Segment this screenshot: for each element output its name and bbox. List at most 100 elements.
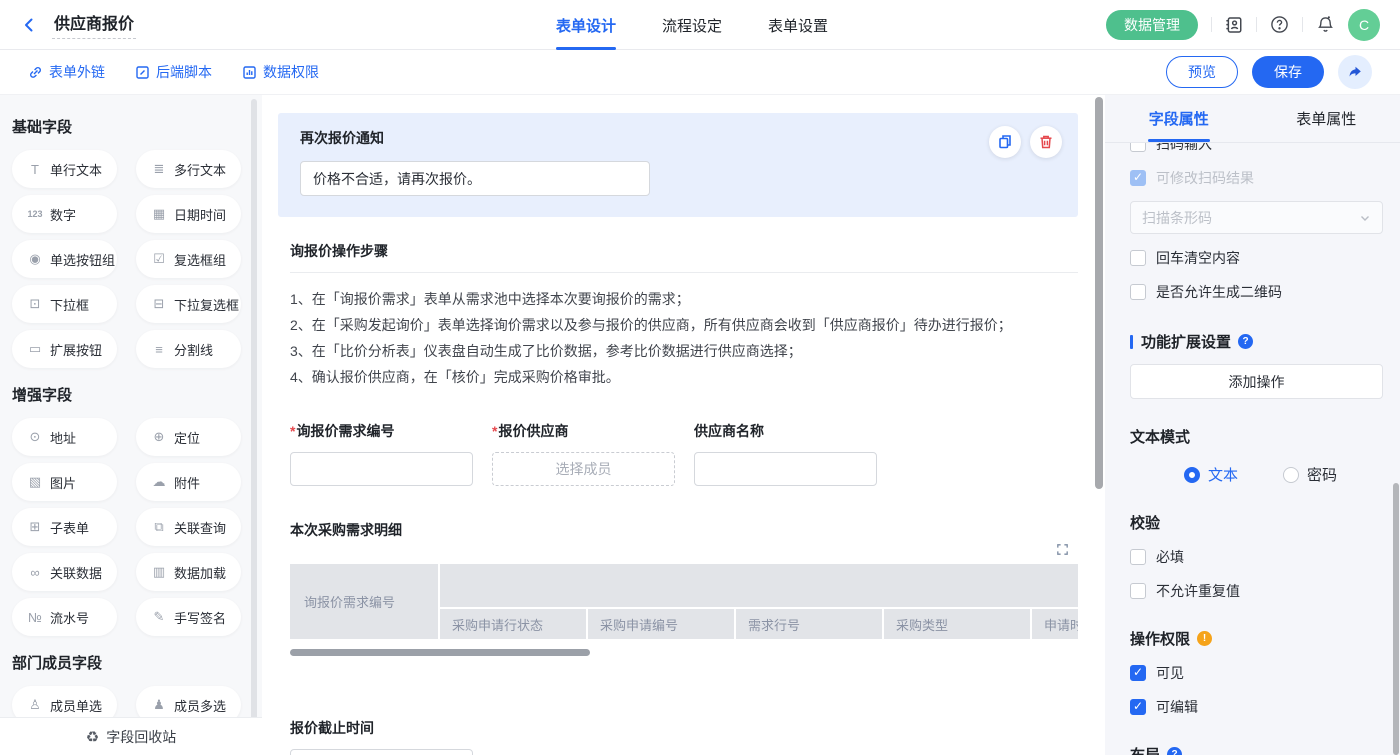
avatar[interactable]: C [1348,9,1380,41]
field-multi-line-text[interactable]: ≣多行文本 [136,150,241,188]
preview-button[interactable]: 预览 [1166,56,1238,88]
save-button[interactable]: 保存 [1252,56,1324,88]
field-divider[interactable]: ≡分割线 [136,330,241,368]
step-line: 3、在「比价分析表」仪表盘自动生成了比价数据，参考比价数据进行供应商选择； [290,338,1078,364]
add-operation-button[interactable]: 添加操作 [1130,364,1383,399]
field-address[interactable]: ⊙地址 [12,418,117,456]
help-icon[interactable] [1167,747,1182,755]
field-image[interactable]: ▧图片 [12,463,117,501]
selected-field-input[interactable] [300,161,650,196]
checkbox[interactable] [1130,250,1146,266]
field-handwritten-signature[interactable]: ✎手写签名 [136,598,241,636]
share-button[interactable] [1338,55,1372,89]
field-datetime[interactable]: ▦日期时间 [136,195,241,233]
sidebar-scrollbar[interactable] [251,99,257,743]
field-dropdown[interactable]: ⊡下拉框 [12,285,117,323]
field-label: 数据加载 [174,563,226,582]
field-radio-group[interactable]: ◉单选按钮组 [12,240,117,278]
checkbox[interactable] [1130,549,1146,565]
field-label: 多行文本 [174,160,226,179]
select-member-button[interactable]: 选择成员 [492,452,675,486]
checkbox[interactable] [1130,583,1146,599]
no-duplicate-checkbox-row[interactable]: 不允许重复值 [1130,581,1383,601]
scan-type-select[interactable]: 扫描条形码 [1130,201,1383,234]
radio-group-icon: ◉ [26,251,44,267]
contacts-icon[interactable] [1225,16,1243,34]
checkbox-checked[interactable] [1130,699,1146,715]
radio-text[interactable]: 文本 [1184,464,1238,485]
help-icon[interactable] [1270,15,1289,34]
tab-flow-setting[interactable]: 流程设定 [662,0,722,50]
tab-form-design[interactable]: 表单设计 [556,0,616,50]
checkbox-label: 是否允许生成二维码 [1156,282,1282,302]
steps-field-block[interactable]: 询报价操作步骤 1、在「询报价需求」表单从需求池中选择本次要询报价的需求； 2、… [290,241,1078,390]
field-supplier-name[interactable]: 供应商名称 [694,421,877,486]
tool-link-label: 后端脚本 [156,62,212,82]
field-dropdown-multi[interactable]: ⊟下拉复选框 [136,285,241,323]
address-pin-icon: ⊙ [26,429,44,445]
form-external-link[interactable]: 表单外链 [28,62,105,82]
inquiry-request-no-input[interactable] [290,452,473,486]
qrcode-checkbox-row[interactable]: 是否允许生成二维码 [1130,282,1383,302]
field-subform[interactable]: ⊞子表单 [12,508,117,546]
field-location[interactable]: ⊕定位 [136,418,241,456]
data-permission[interactable]: 数据权限 [242,62,319,82]
field-relation-query[interactable]: ⧉关联查询 [136,508,241,546]
field-data-load[interactable]: ▥数据加载 [136,553,241,591]
canvas-vertical-scrollbar[interactable] [1095,97,1103,489]
delete-field-button[interactable] [1030,126,1062,158]
field-serial-number[interactable]: №流水号 [12,598,117,636]
field-recycle-bin[interactable]: ♻ 字段回收站 [0,717,262,755]
field-number[interactable]: 123数字 [12,195,117,233]
checkbox[interactable] [1130,284,1146,300]
warning-icon[interactable] [1197,631,1212,646]
copy-field-button[interactable] [989,126,1021,158]
panel-vertical-scrollbar[interactable] [1393,483,1399,755]
table-horizontal-scrollbar[interactable] [290,649,590,656]
purchase-detail-block[interactable]: 本次采购需求明细 询报价需求编号 采购申请行状态 采购申请编号 需求行号 采购类… [290,520,1078,656]
clipped-row: 扫码输入 [1130,143,1383,154]
page-title[interactable]: 供应商报价 [52,10,136,39]
supplier-name-input[interactable] [694,452,877,486]
backend-script[interactable]: 后端脚本 [135,62,212,82]
deadline-date-input[interactable] [290,749,473,755]
notification-bell-icon[interactable] [1316,15,1335,34]
visible-checkbox-row[interactable]: 可见 [1130,663,1383,683]
field-checkbox-group[interactable]: ☑复选框组 [136,240,241,278]
field-attachment[interactable]: ☁附件 [136,463,241,501]
expand-fullscreen-icon[interactable] [1055,542,1070,557]
editable-checkbox-row[interactable]: 可编辑 [1130,697,1383,717]
field-label: 数字 [50,205,76,224]
radio-selected[interactable] [1184,467,1200,483]
selected-field-block[interactable]: 再次报价通知 [278,113,1078,217]
field-extend-button[interactable]: ▭扩展按钮 [12,330,117,368]
field-quote-deadline[interactable]: 报价截止时间 [290,718,1078,755]
scan-result-checkbox-row[interactable]: 可修改扫码结果 [1130,168,1383,188]
required-checkbox-row[interactable]: 必填 [1130,547,1383,567]
field-quote-supplier[interactable]: *报价供应商 选择成员 [492,421,675,486]
radio-password[interactable]: 密码 [1283,464,1337,485]
data-manage-button[interactable]: 数据管理 [1106,10,1198,40]
enter-clear-checkbox-row[interactable]: 回车清空内容 [1130,248,1383,268]
back-icon[interactable] [20,16,38,34]
table-group-header [440,564,1078,607]
field-single-line-text[interactable]: T单行文本 [12,150,117,188]
checkbox-checked-disabled[interactable] [1130,170,1146,186]
member-single-icon: ♙ [26,697,44,713]
checkbox[interactable] [1130,143,1146,152]
field-relation-data[interactable]: ∞关联数据 [12,553,117,591]
checkbox-checked[interactable] [1130,665,1146,681]
dropdown-icon: ⊡ [26,296,44,312]
tab-field-properties[interactable]: 字段属性 [1105,95,1253,142]
field-label: 报价截止时间 [290,718,1078,738]
tab-form-setting[interactable]: 表单设置 [768,0,828,50]
field-inquiry-request-no[interactable]: *询报价需求编号 [290,421,473,486]
radio-unselected[interactable] [1283,467,1299,483]
tab-form-properties[interactable]: 表单属性 [1253,95,1400,142]
enhanced-fields-grid: ⊙地址 ⊕定位 ▧图片 ☁附件 ⊞子表单 ⧉关联查询 ∞关联数据 ▥数据加载 №… [12,418,262,636]
help-icon[interactable] [1238,334,1253,349]
detail-table[interactable]: 询报价需求编号 采购申请行状态 采购申请编号 需求行号 采购类型 申请时间 [290,564,1078,639]
checkbox-label: 回车清空内容 [1156,248,1240,268]
tool-link-label: 数据权限 [263,62,319,82]
scan-input-checkbox-row[interactable]: 扫码输入 [1130,143,1383,154]
